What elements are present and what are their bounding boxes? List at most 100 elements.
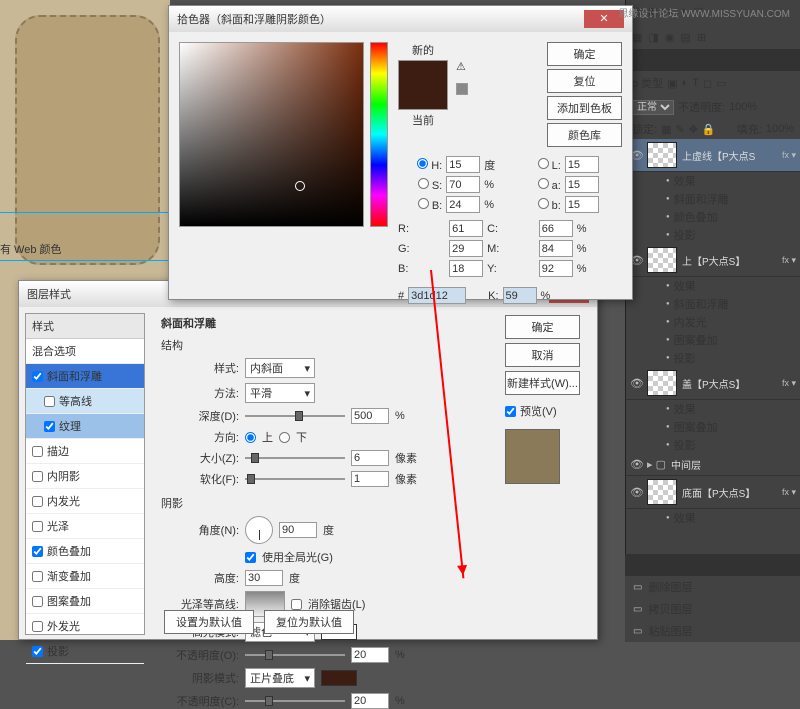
blab-input[interactable] [565, 196, 599, 213]
ok-button[interactable]: 确定 [547, 42, 622, 66]
color-lib-button[interactable]: 颜色库 [547, 123, 622, 147]
b-radio[interactable] [418, 198, 429, 209]
a-input[interactable] [565, 176, 599, 193]
c-input[interactable] [539, 220, 573, 237]
r-input[interactable] [449, 220, 483, 237]
fx-item[interactable]: 图案叠加 [626, 418, 800, 436]
soften-input[interactable] [351, 471, 389, 487]
websafe-swatch[interactable] [456, 83, 468, 95]
style-color-overlay[interactable]: 颜色叠加 [26, 539, 144, 564]
shadow-color[interactable] [321, 670, 357, 686]
dir-up-radio[interactable] [245, 432, 256, 443]
l-radio[interactable] [538, 158, 549, 169]
fx-item[interactable]: 内发光 [626, 313, 800, 331]
style-blend[interactable]: 混合选项 [26, 339, 144, 364]
s-input[interactable] [446, 176, 480, 193]
lock-pos-icon[interactable]: ✥ [689, 123, 698, 136]
lock-paint-icon[interactable]: ✎ [675, 123, 684, 136]
ls-new-style-button[interactable]: 新建样式(W)... [505, 371, 580, 395]
blend-mode-select[interactable]: 正常 [632, 100, 674, 115]
y-input[interactable] [539, 260, 573, 277]
layer-row[interactable]: 👁底面【P大点S】fx ▾ [626, 476, 800, 509]
reset-button[interactable]: 复位 [547, 69, 622, 93]
soften-slider[interactable] [245, 473, 345, 485]
style-bevel[interactable]: 斜面和浮雕 [26, 364, 144, 389]
bc-input[interactable] [449, 260, 483, 277]
layer-row[interactable]: 👁▸ ▢中间层 [626, 454, 800, 476]
l-input[interactable] [565, 156, 599, 173]
depth-slider[interactable] [245, 410, 345, 422]
depth-input[interactable] [351, 408, 389, 424]
filter-type-icon[interactable]: T [692, 77, 699, 89]
style-stroke[interactable]: 描边 [26, 439, 144, 464]
layer-row[interactable]: 👁盖【P大点S】fx ▾ [626, 367, 800, 400]
ls-cancel-button[interactable]: 取消 [505, 343, 580, 367]
add-swatch-button[interactable]: 添加到色板 [547, 96, 622, 120]
history-item[interactable]: ▭ 拷贝图层 [625, 598, 800, 620]
fx-item[interactable]: 斜面和浮雕 [626, 295, 800, 313]
filter-shape-icon[interactable]: ◻ [703, 77, 712, 90]
mixer-icon[interactable]: ▤ [680, 31, 690, 44]
size-input[interactable] [351, 450, 389, 466]
filter-adj-icon[interactable]: ◐ [682, 77, 689, 89]
m-input[interactable] [539, 240, 573, 257]
photo-filter-icon[interactable]: ◉ [665, 31, 675, 44]
altitude-input[interactable] [245, 570, 283, 586]
style-outer-glow[interactable]: 外发光 [26, 614, 144, 639]
shadow-mode-select[interactable]: 正片叠底 [245, 668, 315, 688]
highlight-opacity-slider[interactable] [245, 649, 345, 661]
k-input[interactable] [503, 287, 537, 304]
technique-select[interactable]: 平滑 [245, 383, 315, 403]
shadow-opacity-input[interactable] [351, 693, 389, 709]
lock-all-icon[interactable]: 🔒 [702, 123, 716, 136]
lock-trans-icon[interactable]: ▦ [661, 123, 671, 136]
style-texture[interactable]: 纹理 [26, 414, 144, 439]
channels-tab[interactable]: 通道 [664, 52, 686, 68]
paths-tab[interactable]: 路径 [696, 52, 718, 68]
angle-dial[interactable] [245, 516, 273, 544]
ls-ok-button[interactable]: 确定 [505, 315, 580, 339]
hue-slider[interactable] [370, 42, 388, 227]
layers-tab[interactable]: 图层 [632, 52, 654, 68]
warn-icon[interactable]: ⚠ [456, 60, 468, 73]
shadow-opacity-slider[interactable] [245, 695, 345, 707]
history-tab[interactable]: 历史记录 [631, 557, 675, 573]
fx-item[interactable]: 图案叠加 [626, 331, 800, 349]
lookup-icon[interactable]: ⊞ [697, 31, 706, 44]
history-item[interactable]: ▭ 粘贴图层 [625, 620, 800, 642]
blab-radio[interactable] [538, 198, 549, 209]
angle-input[interactable] [279, 522, 317, 538]
s-radio[interactable] [418, 178, 429, 189]
hue-icon[interactable]: ▦ [632, 31, 642, 44]
style-inner-glow[interactable]: 内发光 [26, 489, 144, 514]
a-radio[interactable] [538, 178, 549, 189]
fx-item[interactable]: 斜面和浮雕 [626, 190, 800, 208]
reset-default-button[interactable]: 复位为默认值 [264, 610, 354, 634]
fx-item[interactable]: 颜色叠加 [626, 208, 800, 226]
layer-row[interactable]: 👁上虚线【P大点Sfx ▾ [626, 139, 800, 172]
fx-item[interactable]: 投影 [626, 349, 800, 367]
eye-icon[interactable]: 👁 [630, 377, 642, 390]
eye-icon[interactable]: 👁 [630, 486, 642, 499]
fx-item[interactable]: 投影 [626, 436, 800, 454]
h-radio[interactable] [417, 158, 428, 169]
filter-smart-icon[interactable]: ▭ [716, 77, 726, 90]
set-default-button[interactable]: 设置为默认值 [164, 610, 254, 634]
fx-item[interactable]: 投影 [626, 226, 800, 244]
preview-checkbox[interactable] [505, 406, 516, 417]
dir-down-radio[interactable] [279, 432, 290, 443]
global-light-checkbox[interactable] [245, 552, 256, 563]
size-slider[interactable] [245, 452, 345, 464]
antialias-checkbox[interactable] [291, 599, 302, 610]
history-item[interactable]: ▭ 删除图层 [625, 576, 800, 598]
color-field[interactable] [179, 42, 364, 227]
style-patt-overlay[interactable]: 图案叠加 [26, 589, 144, 614]
eye-icon[interactable]: 👁 [630, 458, 642, 471]
style-satin[interactable]: 光泽 [26, 514, 144, 539]
hex-input[interactable] [408, 287, 466, 304]
style-grad-overlay[interactable]: 渐变叠加 [26, 564, 144, 589]
highlight-opacity-input[interactable] [351, 647, 389, 663]
layer-row[interactable]: 👁上【P大点S】fx ▾ [626, 244, 800, 277]
filter-pixel-icon[interactable]: ▣ [667, 77, 677, 90]
bw-icon[interactable]: ◨ [648, 31, 658, 44]
